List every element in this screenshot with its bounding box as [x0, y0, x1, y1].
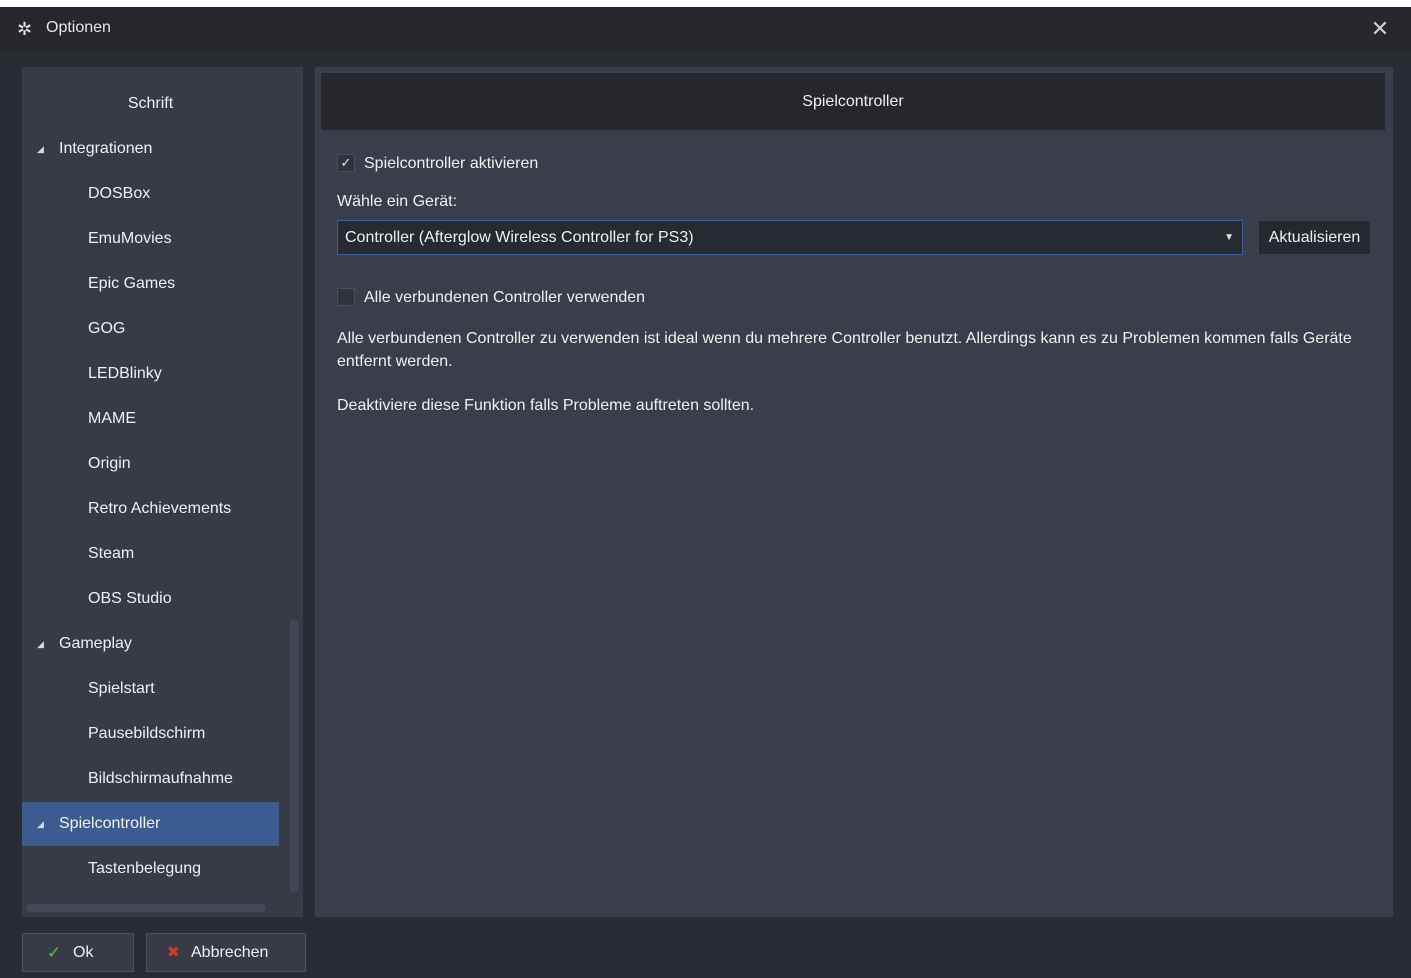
tree-item-gog[interactable]: GOG	[22, 307, 279, 351]
tree-item-origin[interactable]: Origin	[22, 442, 279, 486]
close-button[interactable]: ✕	[1366, 15, 1394, 43]
tree-item-label: Origin	[88, 455, 131, 472]
tree-item-schrift[interactable]: Schrift	[22, 82, 279, 126]
tree-item-gameplay[interactable]: ◢ Gameplay	[22, 622, 279, 666]
expanded-arrow-icon[interactable]: ◢	[37, 127, 44, 171]
enable-controller-checkbox[interactable]: ✓ Spielcontroller aktivieren	[337, 153, 637, 175]
settings-tree: Schrift ◢ Integrationen DOSBox EmuMovies…	[22, 67, 303, 917]
ok-button[interactable]: ✓ Ok	[22, 933, 134, 972]
refresh-button[interactable]: Aktualisieren	[1258, 220, 1371, 255]
horizontal-scrollbar[interactable]	[26, 904, 266, 912]
device-select-value: Controller (Afterglow Wireless Controlle…	[345, 229, 694, 246]
settings-panel: Spielcontroller ✓ Spielcontroller aktivi…	[315, 67, 1393, 917]
tree-item-label: OBS Studio	[88, 590, 172, 607]
expanded-arrow-icon[interactable]: ◢	[37, 802, 44, 846]
tree-item-label: LEDBlinky	[88, 365, 162, 382]
tree-item-spielcontroller[interactable]: ◢ Spielcontroller	[22, 802, 279, 846]
tree-item-obs-studio[interactable]: OBS Studio	[22, 577, 279, 621]
tree-item-label: Schrift	[127, 95, 174, 112]
info-text: Alle verbundenen Controller zu verwenden…	[337, 330, 1352, 370]
tree-item-steam[interactable]: Steam	[22, 532, 279, 576]
device-select[interactable]: Controller (Afterglow Wireless Controlle…	[337, 220, 1243, 255]
gear-icon: ✲	[17, 19, 33, 39]
tree-item-label: MAME	[88, 410, 136, 427]
dropdown-arrow-icon[interactable]: ▼	[1224, 221, 1234, 254]
tree-item-label: EmuMovies	[88, 230, 172, 247]
all-controllers-checkbox[interactable]: Alle verbundenen Controller verwenden	[337, 287, 737, 309]
tree-item-label: Spielcontroller	[59, 815, 161, 832]
vertical-scrollbar[interactable]	[290, 620, 298, 892]
tree-item-label: GOG	[88, 320, 126, 337]
tree-item-label: Gameplay	[59, 635, 132, 652]
options-dialog: ✲ Optionen ✕ Schrift ◢ Integrationen DOS…	[0, 7, 1411, 978]
device-label: Wähle ein Gerät:	[337, 193, 458, 210]
tree-item-label: Integrationen	[59, 140, 153, 157]
hint-text: Deaktiviere diese Funktion falls Problem…	[337, 397, 755, 414]
checkbox-checked-icon[interactable]: ✓	[337, 154, 355, 172]
tree-item-label: DOSBox	[88, 185, 151, 202]
tree-item-tastenbelegung[interactable]: Tastenbelegung	[22, 847, 279, 891]
checkbox-unchecked-icon[interactable]	[337, 288, 355, 306]
title-bar: ✲ Optionen ✕	[0, 7, 1411, 51]
tree-item-emumovies[interactable]: EmuMovies	[22, 217, 279, 261]
window-title: Optionen	[46, 19, 111, 36]
tree-item-dosbox[interactable]: DOSBox	[22, 172, 279, 216]
tree-item-label: Spielstart	[88, 680, 155, 697]
cancel-label: Abbrechen	[191, 944, 269, 961]
tree-item-bildschirmaufnahme[interactable]: Bildschirmaufnahme	[22, 757, 279, 801]
tree-item-retro-achievements[interactable]: Retro Achievements	[22, 487, 279, 531]
cancel-button[interactable]: ✖ Abbrechen	[146, 933, 306, 972]
tree-item-pausebildschirm[interactable]: Pausebildschirm	[22, 712, 279, 756]
tree-item-epic-games[interactable]: Epic Games	[22, 262, 279, 306]
tree-item-label: Pausebildschirm	[88, 725, 206, 742]
tree-item-label: Retro Achievements	[88, 500, 232, 517]
checkbox-label: Alle verbundenen Controller verwenden	[364, 289, 646, 306]
tree-item-label: Epic Games	[88, 275, 176, 292]
tree-item-ledblinky[interactable]: LEDBlinky	[22, 352, 279, 396]
tree-item-integrationen[interactable]: ◢ Integrationen	[22, 127, 279, 171]
checkbox-label: Spielcontroller aktivieren	[364, 155, 539, 172]
tree-item-label: Tastenbelegung	[88, 860, 201, 877]
ok-label: Ok	[73, 944, 94, 961]
panel-header: Spielcontroller	[321, 73, 1385, 130]
tree-item-label: Bildschirmaufnahme	[88, 770, 233, 787]
cross-icon: ✖	[167, 944, 180, 961]
checkmark-icon: ✓	[47, 943, 62, 962]
expanded-arrow-icon[interactable]: ◢	[37, 622, 44, 666]
tree-item-mame[interactable]: MAME	[22, 397, 279, 441]
tree-item-spielstart[interactable]: Spielstart	[22, 667, 279, 711]
tree-item-label: Steam	[88, 545, 135, 562]
